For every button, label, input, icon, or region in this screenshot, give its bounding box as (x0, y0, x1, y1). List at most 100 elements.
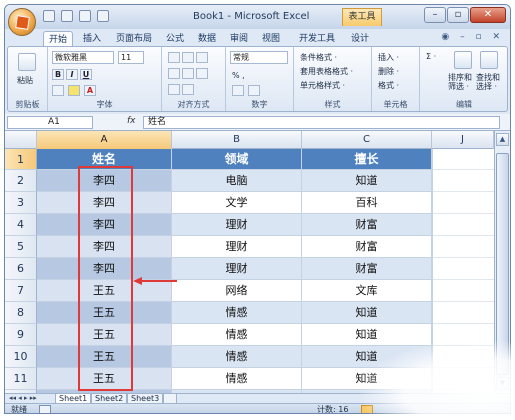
border-icon[interactable] (52, 85, 64, 96)
paste-icon[interactable] (18, 53, 36, 71)
table-cell[interactable]: 王五 (37, 346, 172, 368)
number-format-select[interactable]: 常规 (230, 51, 288, 64)
indent-icon[interactable] (168, 84, 180, 95)
align-middle-icon[interactable] (182, 52, 194, 63)
table-cell[interactable]: 财富 (302, 214, 432, 236)
scroll-up-icon[interactable]: ▲ (496, 133, 509, 146)
name-box[interactable]: A1 (7, 116, 93, 129)
close-button[interactable]: ✕ (470, 7, 506, 23)
tab-home[interactable]: 开始 (43, 31, 73, 47)
cell-style-button[interactable]: 单元格样式 · (300, 80, 345, 91)
font-name-select[interactable]: 微软雅黑 (52, 51, 114, 64)
table-cell[interactable]: 理财 (172, 236, 302, 258)
office-button[interactable] (8, 8, 36, 36)
cell-j6[interactable] (433, 258, 494, 280)
sort-filter-icon[interactable] (454, 51, 472, 69)
table-header-cell[interactable]: 姓名 (37, 149, 172, 170)
table-cell[interactable]: 文库 (302, 280, 432, 302)
format-button[interactable]: 格式 · (378, 80, 399, 91)
sort-filter-button[interactable]: 排序和 筛选 · (448, 73, 472, 91)
tab-formulas[interactable]: 公式 (161, 31, 189, 47)
maximize-button[interactable]: ▫ (447, 7, 469, 23)
align-left-icon[interactable] (168, 68, 180, 79)
bold-button[interactable]: B (52, 69, 64, 80)
fill-color-icon[interactable] (68, 85, 80, 96)
redo-icon[interactable] (79, 10, 91, 22)
table-format-button[interactable]: 套用表格格式 · (300, 66, 353, 77)
table-cell[interactable]: 情感 (172, 302, 302, 324)
row-header-7[interactable]: 7 (5, 280, 37, 302)
table-cell[interactable]: 李四 (37, 170, 172, 192)
table-tools-tab[interactable]: 表工具 (342, 8, 382, 26)
tab-page-layout[interactable]: 页面布局 (111, 31, 157, 47)
table-cell[interactable]: 网络 (172, 280, 302, 302)
increase-decimal-icon[interactable] (232, 85, 244, 96)
tab-design[interactable]: 设计 (345, 31, 375, 47)
undo-icon[interactable] (61, 10, 73, 22)
minimize-button[interactable]: – (424, 7, 446, 23)
table-cell[interactable]: 财富 (302, 236, 432, 258)
autosum-icon[interactable]: Σ · (426, 52, 436, 61)
table-cell[interactable]: 财富 (302, 258, 432, 280)
find-select-button[interactable]: 查找和 选择 · (476, 73, 500, 91)
align-bottom-icon[interactable] (196, 52, 208, 63)
help-icon[interactable]: ◉ – ▫ ✕ (441, 32, 504, 42)
row-header-11[interactable]: 11 (5, 368, 37, 390)
underline-button[interactable]: U (80, 69, 92, 80)
column-header-a[interactable]: A (37, 131, 172, 149)
table-cell[interactable]: 理财 (172, 258, 302, 280)
cell-j2[interactable] (433, 170, 494, 192)
sheet-nav-icon[interactable]: ◂◂ ◂ ▸ ▸▸ (9, 394, 37, 402)
table-cell[interactable]: 知道 (302, 170, 432, 192)
row-header-5[interactable]: 5 (5, 236, 37, 258)
table-cell[interactable]: 情感 (172, 324, 302, 346)
row-header-10[interactable]: 10 (5, 346, 37, 368)
align-center-icon[interactable] (182, 68, 194, 79)
select-all-corner[interactable] (5, 131, 37, 149)
table-cell[interactable]: 百科 (302, 192, 432, 214)
decrease-decimal-icon[interactable] (248, 85, 260, 96)
fx-icon[interactable]: fx (127, 116, 136, 126)
percent-button[interactable]: % , (232, 71, 245, 80)
save-icon[interactable] (43, 10, 55, 22)
tab-view[interactable]: 视图 (257, 31, 285, 47)
cell-j5[interactable] (433, 236, 494, 258)
cell-j1[interactable] (433, 149, 494, 170)
row-header-4[interactable]: 4 (5, 214, 37, 236)
outdent-icon[interactable] (182, 84, 194, 95)
italic-button[interactable]: I (66, 69, 78, 80)
column-header-j[interactable]: J (432, 131, 494, 149)
cell-j3[interactable] (433, 192, 494, 214)
table-cell[interactable]: 李四 (37, 192, 172, 214)
row-header-1[interactable]: 1 (5, 149, 37, 170)
table-header-cell[interactable]: 擅长 (302, 149, 432, 170)
conditional-format-button[interactable]: 条件格式 · (300, 52, 337, 63)
tab-data[interactable]: 数据 (193, 31, 221, 47)
column-header-c[interactable]: C (302, 131, 432, 149)
table-cell[interactable]: 王五 (37, 368, 172, 390)
table-cell[interactable]: 知道 (302, 302, 432, 324)
tab-insert[interactable]: 插入 (77, 31, 107, 47)
cell-j7[interactable] (433, 280, 494, 302)
tab-review[interactable]: 审阅 (225, 31, 253, 47)
paste-label[interactable]: 粘贴 (17, 75, 33, 86)
row-header-3[interactable]: 3 (5, 192, 37, 214)
table-cell[interactable]: 王五 (37, 324, 172, 346)
table-cell[interactable]: 王五 (37, 302, 172, 324)
row-header-8[interactable]: 8 (5, 302, 37, 324)
find-select-icon[interactable] (480, 51, 498, 69)
table-cell[interactable]: 理财 (172, 214, 302, 236)
insert-button[interactable]: 插入 · (378, 52, 399, 63)
table-header-cell[interactable]: 领域 (172, 149, 302, 170)
row-header-2[interactable]: 2 (5, 170, 37, 192)
table-cell[interactable]: 李四 (37, 214, 172, 236)
macro-record-icon[interactable] (39, 405, 51, 413)
table-cell[interactable]: 情感 (172, 346, 302, 368)
formula-input[interactable]: 姓名 (143, 116, 500, 129)
align-top-icon[interactable] (168, 52, 180, 63)
column-header-b[interactable]: B (172, 131, 302, 149)
font-size-select[interactable]: 11 (118, 51, 144, 64)
cell-j4[interactable] (433, 214, 494, 236)
table-cell[interactable]: 电脑 (172, 170, 302, 192)
delete-button[interactable]: 删除 · (378, 66, 399, 77)
